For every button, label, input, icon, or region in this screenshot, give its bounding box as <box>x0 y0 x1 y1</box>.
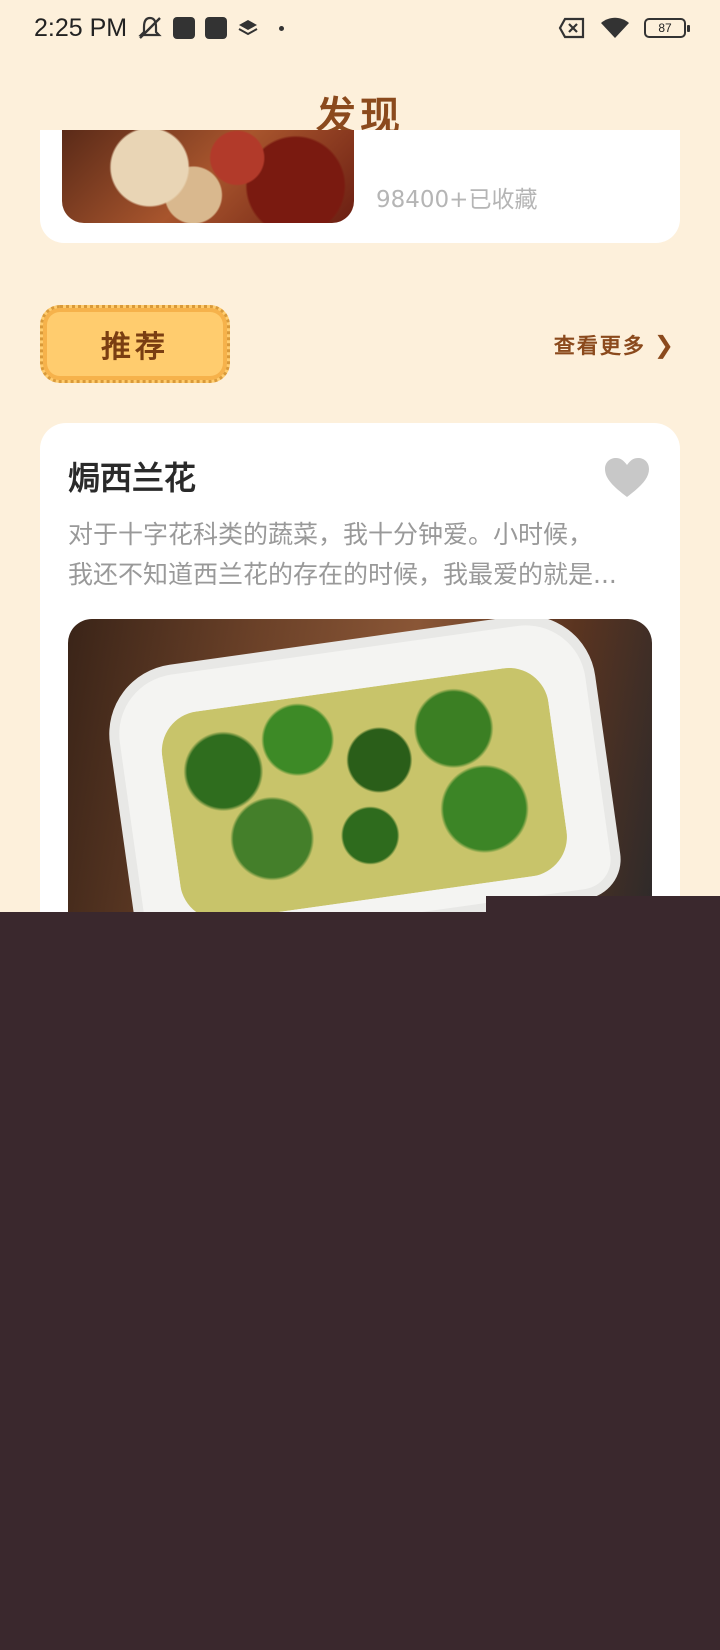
status-time: 2:25 PM <box>34 13 128 42</box>
chevron-right-icon: ❯ <box>653 331 676 359</box>
recipe-description: 对于十字花科类的蔬菜，我十分钟爱。小时候， 我还不知道西兰花的存在的时候，我最爱… <box>68 515 668 595</box>
recipe-desc-line: 我还不知道西兰花的存在的时候，我最爱的就是... <box>68 560 617 589</box>
status-bar: 2:25 PM 87 <box>0 0 720 56</box>
app-icon <box>173 17 196 39</box>
heart-icon[interactable] <box>604 457 650 499</box>
recipe-title: 焗西兰花 <box>68 459 197 497</box>
recommend-badge: 推荐 <box>40 305 230 383</box>
recipe-image <box>62 130 354 223</box>
recipe-card-partial[interactable]: 98400+已收藏 <box>40 130 680 243</box>
broccoli-graphic <box>156 662 573 919</box>
battery-icon: 87 <box>644 18 690 38</box>
wifi-icon <box>601 17 629 38</box>
status-left: 2:25 PM <box>34 13 285 43</box>
see-more-button[interactable]: 查看更多 ❯ <box>554 330 676 360</box>
dot-icon <box>279 25 285 31</box>
sim-off-icon <box>558 17 585 39</box>
see-more-label: 查看更多 <box>553 334 646 358</box>
app-icon <box>205 17 228 39</box>
recipe-image <box>68 619 652 919</box>
mute-icon <box>138 16 162 39</box>
status-right: 87 <box>558 16 690 40</box>
battery-level: 87 <box>658 21 672 35</box>
dark-overlay <box>0 912 720 1650</box>
layers-icon <box>238 20 258 36</box>
collect-count: 98400+已收藏 <box>376 187 538 213</box>
recipe-desc-line: 对于十字花科类的蔬菜，我十分钟爱。小时候， <box>68 520 594 549</box>
recipe-card[interactable]: 焗西兰花 对于十字花科类的蔬菜，我十分钟爱。小时候， 我还不知道西兰花的存在的时… <box>40 423 680 943</box>
dish-graphic <box>111 619 615 919</box>
